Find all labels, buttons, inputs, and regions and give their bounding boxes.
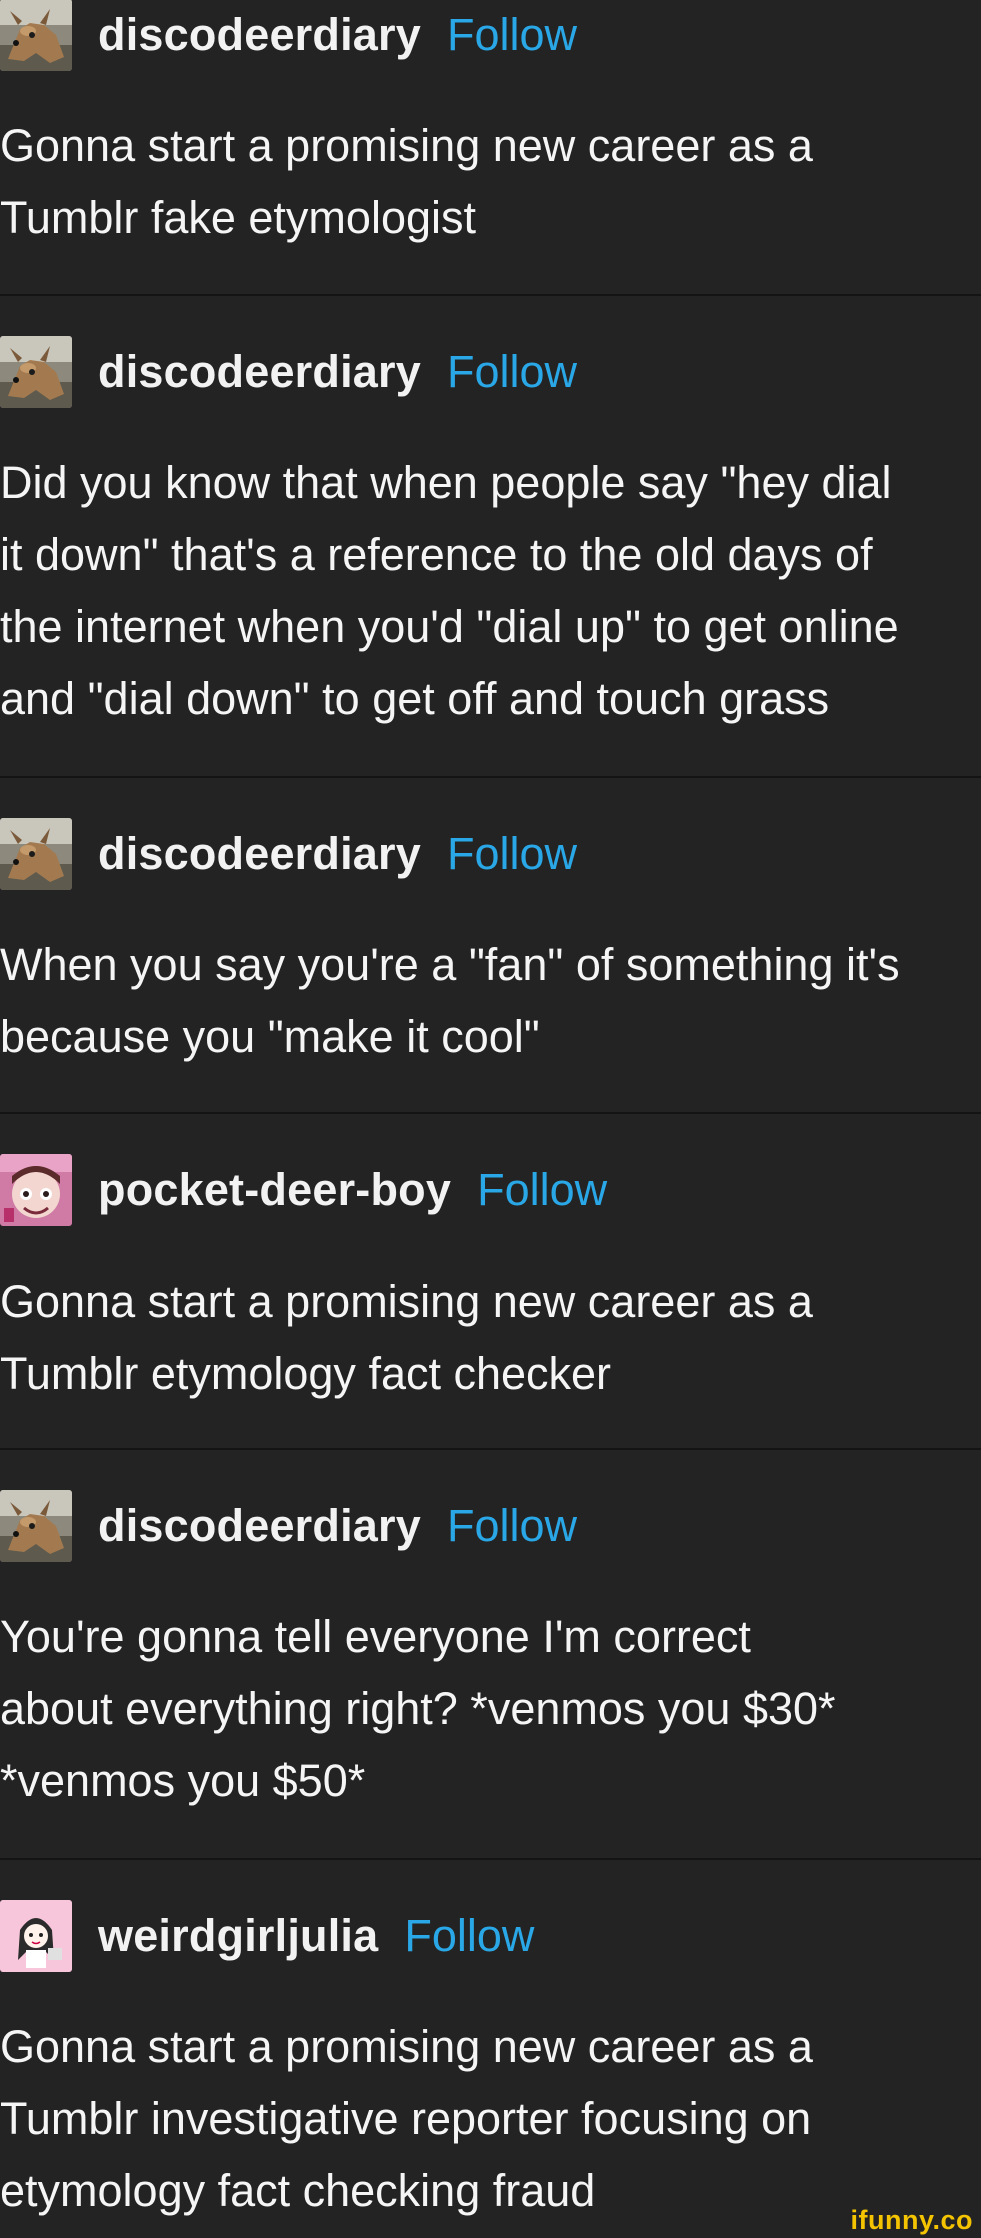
post-header: discodeerdiary Follow bbox=[0, 0, 577, 71]
cartoon-character-avatar-icon[interactable] bbox=[0, 1154, 72, 1226]
follow-button[interactable]: Follow bbox=[447, 828, 577, 880]
post-text: Gonna start a promising new career as a … bbox=[0, 120, 813, 243]
post-3: discodeerdiary Follow When you say you'r… bbox=[0, 778, 981, 1114]
username[interactable]: discodeerdiary bbox=[98, 1500, 421, 1552]
post-text: Gonna start a promising new career as a … bbox=[0, 1276, 813, 1399]
post-1: discodeerdiary Follow Gonna start a prom… bbox=[0, 0, 981, 296]
post-text: Did you know that when people say "hey d… bbox=[0, 457, 899, 724]
post-2: discodeerdiary Follow Did you know that … bbox=[0, 296, 981, 778]
follow-button[interactable]: Follow bbox=[447, 9, 577, 61]
ifunny-watermark: ifunny.co bbox=[850, 2205, 973, 2235]
post-5: discodeerdiary Follow You're gonna tell … bbox=[0, 1450, 981, 1860]
username[interactable]: weirdgirljulia bbox=[98, 1910, 378, 1962]
post-header: pocket-deer-boy Follow bbox=[0, 1154, 607, 1226]
post-header: discodeerdiary Follow bbox=[0, 818, 577, 890]
follow-button[interactable]: Follow bbox=[447, 346, 577, 398]
post-text: Gonna start a promising new career as a … bbox=[0, 2021, 813, 2216]
username[interactable]: discodeerdiary bbox=[98, 828, 421, 880]
deer-photo-avatar-icon[interactable] bbox=[0, 336, 72, 408]
post-header: weirdgirljulia Follow bbox=[0, 1900, 534, 1972]
post-header: discodeerdiary Follow bbox=[0, 1490, 577, 1562]
drawn-girl-avatar-icon[interactable] bbox=[0, 1900, 72, 1972]
username[interactable]: discodeerdiary bbox=[98, 346, 421, 398]
post-6: weirdgirljulia Follow Gonna start a prom… bbox=[0, 1860, 981, 2238]
username[interactable]: pocket-deer-boy bbox=[98, 1164, 451, 1216]
username[interactable]: discodeerdiary bbox=[98, 9, 421, 61]
follow-button[interactable]: Follow bbox=[447, 1500, 577, 1552]
post-text: You're gonna tell everyone I'm correct a… bbox=[0, 1611, 836, 1806]
deer-photo-avatar-icon[interactable] bbox=[0, 818, 72, 890]
post-header: discodeerdiary Follow bbox=[0, 336, 577, 408]
post-4: pocket-deer-boy Follow Gonna start a pro… bbox=[0, 1114, 981, 1450]
follow-button[interactable]: Follow bbox=[477, 1164, 607, 1216]
follow-button[interactable]: Follow bbox=[404, 1910, 534, 1962]
post-text: When you say you're a "fan" of something… bbox=[0, 939, 900, 1062]
deer-photo-avatar-icon[interactable] bbox=[0, 1490, 72, 1562]
deer-photo-avatar-icon[interactable] bbox=[0, 0, 72, 71]
